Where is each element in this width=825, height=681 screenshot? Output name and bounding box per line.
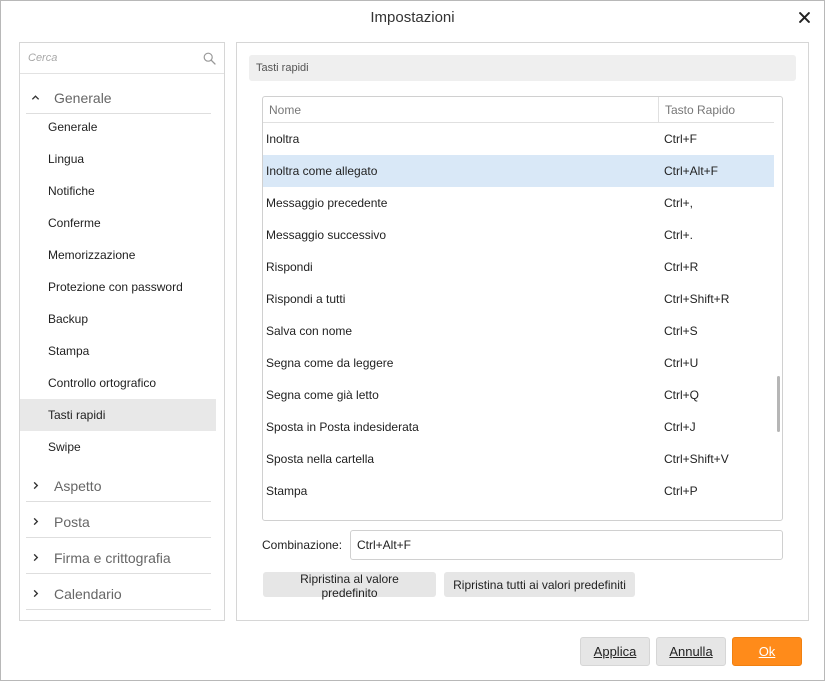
combination-label: Combinazione:	[262, 538, 343, 552]
row-shortcut: Ctrl+J	[664, 420, 696, 434]
reset-default-button[interactable]: Ripristina al valore predefinito	[263, 572, 436, 600]
close-icon	[798, 11, 810, 23]
apply-label: Applica	[593, 644, 637, 659]
cancel-button[interactable]: Annulla	[656, 637, 726, 666]
table-row[interactable]: Rispondi Ctrl+R	[263, 251, 774, 283]
table-row[interactable]: Rispondi a tutti Ctrl+Shift+R	[263, 283, 774, 315]
reset-all-defaults-button[interactable]: Ripristina tutti ai valori predefiniti	[444, 572, 635, 597]
row-shortcut: Ctrl+.	[664, 228, 694, 242]
nav-group-firma-crittografia[interactable]: Firma e crittografia	[26, 542, 211, 574]
table-row[interactable]: Sposta in Posta indesiderata Ctrl+J	[263, 411, 774, 443]
column-header-shortcut[interactable]: Tasto Rapido	[659, 97, 774, 123]
table-row[interactable]: Stampa Ctrl+P	[263, 475, 774, 507]
section-title: Tasti rapidi	[249, 55, 796, 81]
table-body: Inoltra Ctrl+F Inoltra come allegato Ctrl+…	[263, 123, 774, 520]
sidebar-item-tasti-rapidi[interactable]: Tasti rapidi	[20, 399, 216, 431]
table-row[interactable]: Messaggio precedente Ctrl+,	[263, 187, 774, 219]
table-row[interactable]: Messaggio successivo Ctrl+.	[263, 219, 774, 251]
sidebar-search	[20, 43, 224, 74]
settings-content: Tasti rapidi Nome Tasto Rapido Inoltra Ct…	[236, 42, 809, 621]
nav-group-label: Generale	[54, 89, 112, 106]
nav-group-calendario[interactable]: Calendario	[26, 578, 211, 610]
sidebar-item-lingua[interactable]: Lingua	[20, 143, 216, 175]
search-input[interactable]	[20, 43, 224, 73]
row-shortcut: Ctrl+Alt+F	[664, 164, 719, 178]
close-button[interactable]	[794, 7, 814, 27]
table-header: Nome Tasto Rapido	[263, 97, 774, 123]
chevron-right-icon	[33, 517, 38, 526]
row-name: Segna come da leggere	[266, 356, 394, 370]
shortcuts-table: Nome Tasto Rapido Inoltra Ctrl+F Inoltra …	[262, 96, 783, 521]
sidebar-item-stampa[interactable]: Stampa	[20, 335, 216, 367]
chevron-right-icon	[33, 553, 38, 562]
row-shortcut: Ctrl+P	[664, 484, 698, 498]
chevron-right-icon	[33, 589, 38, 598]
row-name: Segna come già letto	[266, 388, 379, 402]
nav-group-label: Aspetto	[54, 477, 102, 494]
nav-group-label: Posta	[54, 513, 90, 530]
sidebar-item-conferme[interactable]: Conferme	[20, 207, 216, 239]
row-name: Messaggio successivo	[266, 228, 387, 242]
row-name: Stampa	[266, 484, 308, 498]
sidebar-item-generale[interactable]: Generale	[20, 111, 216, 143]
table-row[interactable]: Segna come da leggere Ctrl+U	[263, 347, 774, 379]
table-row[interactable]: Sposta nella cartella Ctrl+Shift+V	[263, 443, 774, 475]
row-shortcut: Ctrl+Shift+R	[664, 292, 730, 306]
settings-sidebar: Generale Generale Lingua Notifiche Confe…	[19, 42, 225, 621]
sidebar-item-memorizzazione[interactable]: Memorizzazione	[20, 239, 216, 271]
cancel-label: Annulla	[669, 644, 713, 659]
row-shortcut: Ctrl+U	[664, 356, 699, 370]
search-icon	[203, 52, 216, 65]
sidebar-item-controllo-ortografico[interactable]: Controllo ortografico	[20, 367, 216, 399]
row-name: Sposta in Posta indesiderata	[266, 420, 419, 434]
ok-button[interactable]: Ok	[732, 637, 802, 666]
row-shortcut: Ctrl+R	[664, 260, 699, 274]
chevron-right-icon	[33, 481, 38, 490]
table-row[interactable]: Salva con nome Ctrl+S	[263, 315, 774, 347]
row-shortcut: Ctrl+Shift+V	[664, 452, 729, 466]
row-shortcut: Ctrl+F	[664, 132, 697, 146]
nav-group-label: Firma e crittografia	[54, 549, 171, 566]
scrollbar-thumb[interactable]	[777, 376, 780, 432]
row-name: Sposta nella cartella	[266, 452, 375, 466]
ok-label: Ok	[758, 644, 776, 659]
row-name: Salva con nome	[266, 324, 353, 338]
sidebar-item-protezione-password[interactable]: Protezione con password	[20, 271, 216, 303]
row-name: Rispondi a tutti	[266, 292, 346, 306]
nav-group-generale[interactable]: Generale	[26, 82, 211, 114]
nav-group-posta[interactable]: Posta	[26, 506, 211, 538]
row-name: Rispondi	[266, 260, 313, 274]
row-name: Inoltra	[266, 132, 300, 146]
row-shortcut: Ctrl+,	[664, 196, 694, 210]
table-scrollbar[interactable]	[775, 123, 782, 520]
nav-group-label: Calendario	[54, 585, 122, 602]
dialog-title: Impostazioni	[370, 9, 455, 26]
row-shortcut: Ctrl+S	[664, 324, 698, 338]
column-header-name[interactable]: Nome	[263, 97, 659, 123]
table-row[interactable]: Segna come già letto Ctrl+Q	[263, 379, 774, 411]
sidebar-item-swipe[interactable]: Swipe	[20, 431, 216, 463]
chevron-up-icon	[31, 95, 39, 100]
row-shortcut: Ctrl+Q	[664, 388, 700, 402]
combination-input[interactable]	[350, 530, 783, 560]
table-row[interactable]: Inoltra Ctrl+F	[263, 123, 774, 155]
table-row[interactable]: Inoltra come allegato Ctrl+Alt+F	[263, 155, 774, 187]
row-name: Inoltra come allegato	[266, 164, 378, 178]
sidebar-item-backup[interactable]: Backup	[20, 303, 216, 335]
nav-group-aspetto[interactable]: Aspetto	[26, 470, 211, 502]
apply-button[interactable]: Applica	[580, 637, 650, 666]
sidebar-item-notifiche[interactable]: Notifiche	[20, 175, 216, 207]
row-name: Messaggio precedente	[266, 196, 388, 210]
settings-dialog: Impostazioni Generale Generale Lingua No…	[0, 0, 825, 681]
